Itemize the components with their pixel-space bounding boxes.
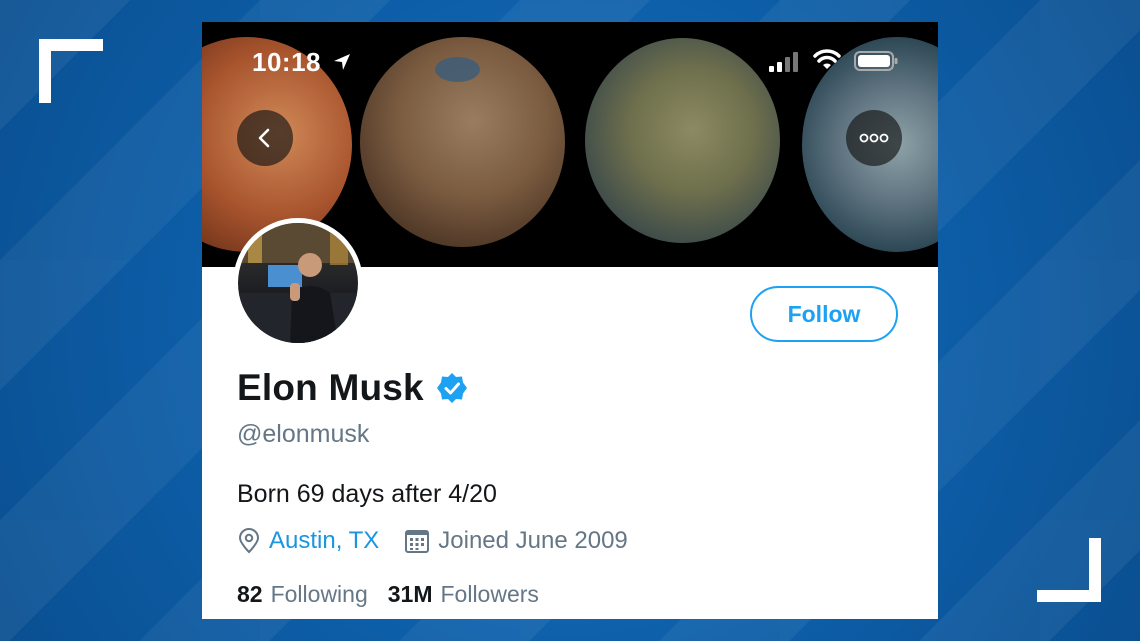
location-arrow-icon <box>334 54 350 70</box>
profile-bio: Born 69 days after 4/20 <box>237 480 497 508</box>
profile-location-link[interactable]: Austin, TX <box>269 527 379 555</box>
avatar-frame[interactable] <box>233 218 363 348</box>
followers-label: Followers <box>440 581 539 607</box>
more-horizontal-icon <box>859 133 889 143</box>
avatar <box>238 223 358 343</box>
profile-name: Elon Musk <box>237 367 424 408</box>
more-options-button[interactable] <box>846 110 902 166</box>
calendar-icon <box>405 530 430 553</box>
status-time: 10:18 <box>252 47 321 77</box>
following-label: Following <box>270 581 368 607</box>
back-button[interactable] <box>237 110 293 166</box>
cellular-signal-icon <box>769 52 798 72</box>
profile-joined-date: Joined June 2009 <box>438 527 628 554</box>
follow-button[interactable]: Follow <box>750 286 898 342</box>
following-stat[interactable]: 82 Following <box>237 581 368 608</box>
location-pin-icon <box>238 528 260 554</box>
followers-count: 31M <box>387 581 433 607</box>
profile-screen: 10:18 Follow Elon Musk @elonmusk Born 69… <box>202 22 938 619</box>
status-bar: 10:18 <box>202 22 938 102</box>
wifi-icon <box>813 49 841 69</box>
profile-stats: 82 Following 31M Followers <box>237 581 539 608</box>
following-count: 82 <box>237 581 263 607</box>
battery-icon <box>854 51 898 71</box>
corner-bracket-top-left <box>39 39 103 103</box>
profile-meta: Austin, TX Joined June 2009 <box>237 527 628 555</box>
profile-handle: @elonmusk <box>237 420 370 448</box>
verified-badge-icon <box>436 373 467 403</box>
avatar-photo <box>238 223 358 343</box>
corner-bracket-bottom-right <box>1037 538 1101 602</box>
followers-stat[interactable]: 31M Followers <box>388 581 539 608</box>
chevron-left-icon <box>258 128 270 148</box>
profile-name-row: Elon Musk <box>237 367 468 409</box>
